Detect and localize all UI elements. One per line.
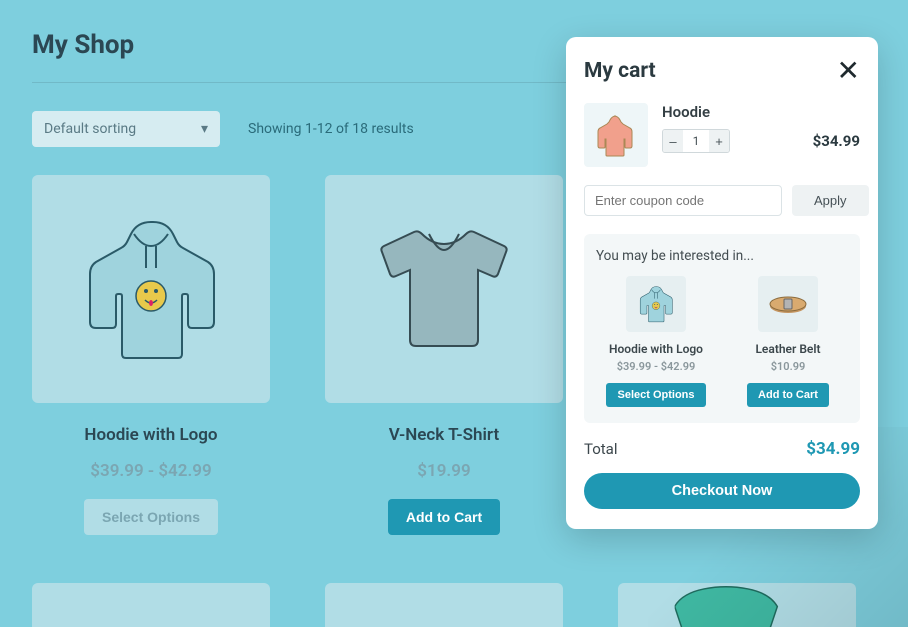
suggestion-card: Hoodie with Logo $39.99 - $42.99 Select … <box>596 276 716 407</box>
quantity-stepper: – 1 + <box>662 129 730 153</box>
suggestion-name: Hoodie with Logo <box>596 342 716 356</box>
cart-item-thumbnail[interactable] <box>584 103 648 167</box>
checkout-button[interactable]: Checkout Now <box>584 473 860 509</box>
select-options-button[interactable]: Select Options <box>606 383 705 407</box>
cart-item-price: $34.99 <box>813 132 860 150</box>
product-image-placeholder[interactable] <box>32 583 270 627</box>
close-icon[interactable]: ✕ <box>837 57 860 85</box>
add-to-cart-button[interactable]: Add to Cart <box>747 383 829 407</box>
product-image-tshirt[interactable] <box>325 175 563 403</box>
suggestion-price: $39.99 - $42.99 <box>596 360 716 373</box>
suggestion-thumbnail[interactable] <box>626 276 686 332</box>
total-value: $34.99 <box>806 439 860 459</box>
suggestions-panel: You may be interested in... Hoodie with … <box>584 234 860 423</box>
product-image-placeholder[interactable] <box>325 583 563 627</box>
sort-dropdown[interactable]: Default sorting <box>32 111 220 147</box>
product-image-hoodie-logo[interactable] <box>32 175 270 403</box>
suggestion-card: Leather Belt $10.99 Add to Cart <box>728 276 848 407</box>
cart-panel: My cart ✕ Hoodie – 1 + $34.99 Apply You … <box>566 37 878 529</box>
product-card: V-Neck T-Shirt $19.99 Add to Cart <box>325 175 563 535</box>
product-price: $19.99 <box>325 461 563 481</box>
product-card: Hoodie with Logo $39.99 - $42.99 Select … <box>32 175 270 535</box>
cart-title: My cart <box>584 59 656 83</box>
product-name: Hoodie with Logo <box>32 425 270 445</box>
product-price: $39.99 - $42.99 <box>32 461 270 481</box>
sort-dropdown-label: Default sorting <box>44 121 136 137</box>
select-options-button[interactable]: Select Options <box>84 499 218 535</box>
add-to-cart-button[interactable]: Add to Cart <box>388 499 500 535</box>
quantity-value: 1 <box>683 130 709 152</box>
suggestion-name: Leather Belt <box>728 342 848 356</box>
total-label: Total <box>584 440 618 458</box>
suggestion-thumbnail[interactable] <box>758 276 818 332</box>
product-name: V-Neck T-Shirt <box>325 425 563 445</box>
apply-coupon-button[interactable]: Apply <box>792 185 869 216</box>
results-count: Showing 1-12 of 18 results <box>248 121 414 137</box>
product-image-placeholder[interactable] <box>618 583 856 627</box>
cart-item-name: Hoodie <box>662 103 860 121</box>
quantity-minus-button[interactable]: – <box>663 130 683 152</box>
suggestions-title: You may be interested in... <box>596 248 848 264</box>
coupon-input[interactable] <box>584 185 782 216</box>
cart-item: Hoodie – 1 + $34.99 <box>584 103 860 167</box>
suggestion-price: $10.99 <box>728 360 848 373</box>
quantity-plus-button[interactable]: + <box>709 130 729 152</box>
